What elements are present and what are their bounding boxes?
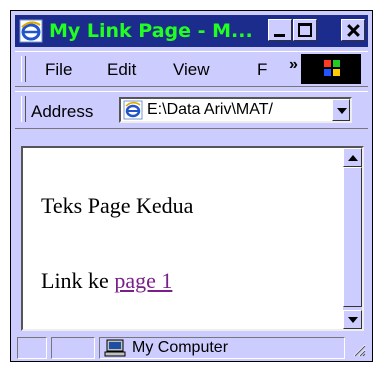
menu-edit[interactable]: Edit (107, 60, 136, 80)
window-title: My Link Page - M... (49, 20, 253, 42)
menu-favorites-truncated[interactable]: F (257, 60, 267, 80)
menu-bar: File Edit View F » (15, 51, 368, 87)
menu-overflow-chevron[interactable]: » (289, 56, 298, 74)
page-heading-text: Teks Page Kedua (41, 193, 194, 218)
link-line: Link ke page 1 (41, 268, 172, 294)
close-button[interactable] (341, 19, 365, 41)
address-grip[interactable] (21, 96, 26, 122)
my-computer-icon (104, 339, 126, 357)
status-zone-text: My Computer (132, 339, 229, 356)
status-zone-panel: My Computer (99, 337, 345, 359)
minimize-button[interactable] (268, 19, 292, 41)
status-panel-2 (51, 337, 95, 359)
page-1-link[interactable]: page 1 (114, 268, 172, 293)
scroll-down-button[interactable] (343, 310, 362, 329)
address-bar: Address E:\Data Ariv\MAT/ (15, 91, 368, 129)
address-label: Address (31, 102, 94, 121)
maximize-button[interactable] (293, 19, 317, 41)
windows-flag-icon (324, 60, 340, 76)
vertical-scrollbar[interactable] (343, 148, 362, 329)
status-panel-1 (17, 337, 47, 359)
address-text: E:\Data Ariv\MAT/ (147, 101, 273, 118)
status-bar: My Computer (15, 335, 368, 359)
address-dropdown-button[interactable] (332, 99, 350, 121)
scroll-thumb[interactable] (343, 167, 362, 307)
page-content: Teks Page Kedua Link ke page 1 (21, 146, 364, 331)
address-input[interactable]: E:\Data Ariv\MAT/ (119, 97, 352, 123)
page-icon (123, 100, 143, 120)
title-bar[interactable]: My Link Page - M... (15, 15, 368, 47)
ie-icon (19, 19, 43, 43)
scroll-up-button[interactable] (343, 148, 362, 167)
menu-view[interactable]: View (173, 60, 210, 80)
resize-grip-icon[interactable] (350, 341, 366, 357)
browser-window: My Link Page - M... File Edit View F » A… (10, 10, 373, 362)
menu-file[interactable]: File (45, 60, 72, 80)
link-prefix: Link ke (41, 268, 109, 293)
windows-logo-throbber (301, 54, 361, 84)
toolbar-grip[interactable] (21, 56, 26, 82)
